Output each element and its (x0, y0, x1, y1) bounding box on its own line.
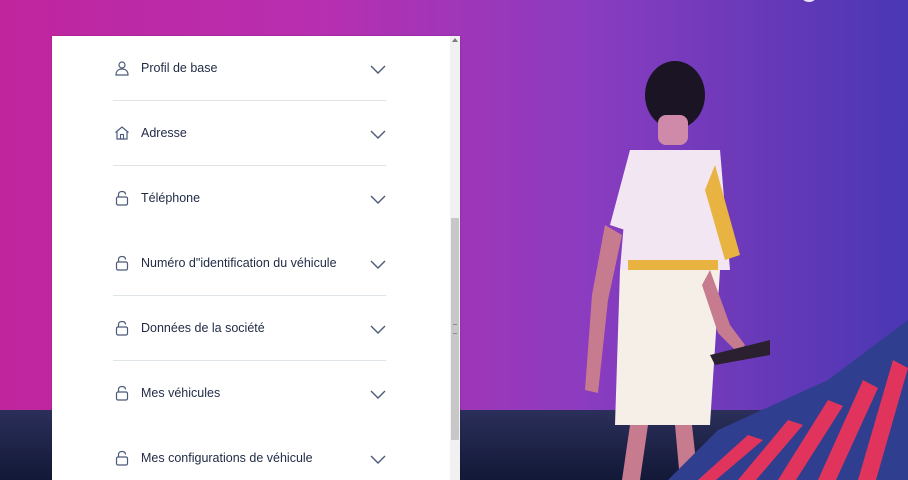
accordion-item-label: Mes véhicules (141, 386, 221, 400)
panel-scrollbar[interactable] (450, 36, 460, 480)
accordion-item-profil-de-base[interactable]: Profil de base (113, 36, 386, 101)
car-image (668, 320, 908, 480)
chevron-down-icon[interactable] (370, 452, 386, 464)
chevron-down-icon[interactable] (370, 62, 386, 74)
scrollbar-thumb[interactable] (451, 218, 459, 440)
chevron-down-icon[interactable] (370, 387, 386, 399)
accordion-item-label: Téléphone (141, 191, 201, 205)
unlock-icon (113, 189, 131, 207)
unlock-icon (113, 384, 131, 402)
accordion-item-label: Données de la société (141, 321, 265, 335)
accordion-item-label: Mes configurations de véhicule (141, 451, 313, 465)
chevron-down-icon[interactable] (370, 127, 386, 139)
accordion-item-label: Numéro d"identification du véhicule (141, 256, 337, 270)
accordion-item-adresse[interactable]: Adresse (113, 101, 386, 166)
unlock-icon (113, 254, 131, 272)
profile-panel: Profil de base Adresse Téléphone Numéro … (52, 36, 460, 480)
accordion-item-mes-configurations[interactable]: Mes configurations de véhicule (113, 426, 386, 480)
scroll-up-arrow-icon[interactable] (452, 38, 458, 42)
accordion-item-label: Profil de base (141, 61, 218, 75)
unlock-icon (113, 319, 131, 337)
profile-accordion: Profil de base Adresse Téléphone Numéro … (113, 36, 386, 480)
accordion-item-mes-vehicules[interactable]: Mes véhicules (113, 361, 386, 426)
chevron-down-icon[interactable] (370, 322, 386, 334)
brand-mark (800, 0, 818, 2)
home-icon (113, 124, 131, 142)
scrollbar-grip-icon (453, 324, 457, 334)
accordion-item-donnees-societe[interactable]: Données de la société (113, 296, 386, 361)
chevron-down-icon[interactable] (370, 192, 386, 204)
accordion-item-numero-identification-vehicule[interactable]: Numéro d"identification du véhicule (113, 231, 386, 296)
accordion-item-label: Adresse (141, 126, 187, 140)
unlock-icon (113, 449, 131, 467)
user-icon (113, 59, 131, 77)
accordion-item-telephone[interactable]: Téléphone (113, 166, 386, 231)
chevron-down-icon[interactable] (370, 257, 386, 269)
